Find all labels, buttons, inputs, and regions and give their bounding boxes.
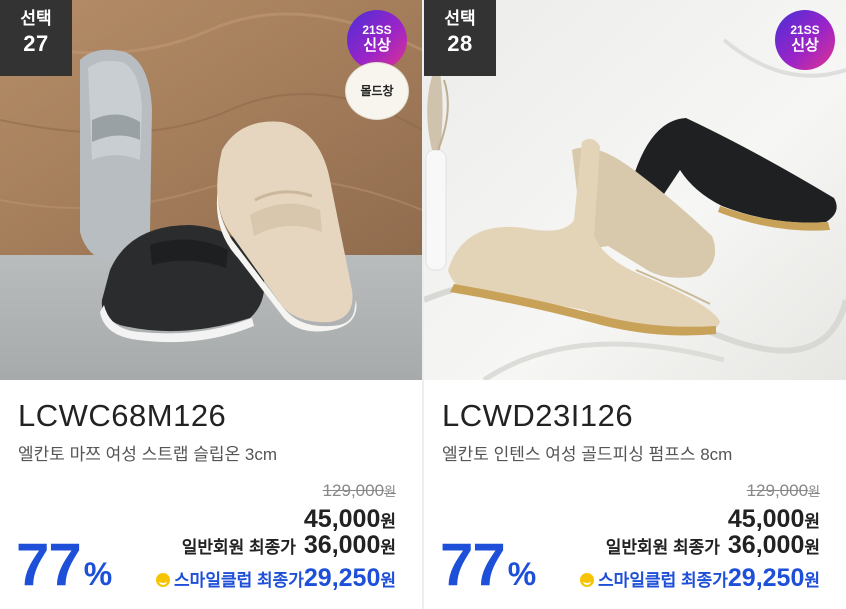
product-code[interactable]: LCWC68M126 (18, 398, 226, 434)
smile-price-label: 스마일클럽 최종가 (598, 571, 728, 590)
smile-club-final-price: 스마일클럽 최종가29,250원 (580, 564, 820, 593)
product-grid: 선택 27 21SS 신상 몰드창 LCWC68M126 엘칸토 마쯔 여성 스… (0, 0, 846, 609)
currency-unit: 원 (808, 484, 820, 499)
discount-value: 77 (16, 531, 82, 598)
product-name[interactable]: 엘칸토 인텐스 여성 골드피싱 펌프스 8cm (442, 440, 732, 465)
smile-club-final-price: 스마일클럽 최종가29,250원 (156, 564, 396, 593)
member-price-value: 36,000 (303, 531, 381, 559)
currency-unit: 원 (804, 571, 820, 590)
select-number: 28 (447, 31, 473, 56)
original-price-value: 129,000 (322, 481, 385, 500)
product-name[interactable]: 엘칸토 마쯔 여성 스트랩 슬립온 3cm (18, 440, 277, 465)
smile-price-value: 29,250 (727, 564, 805, 592)
product-image[interactable]: 선택 28 21SS 신상 (424, 0, 846, 380)
discount-rate: 77% (440, 530, 536, 599)
new-badge-label: 신상 (791, 37, 819, 54)
sale-price: 45,000원 (728, 505, 820, 534)
member-price-label: 일반회원 최종가 (605, 538, 720, 557)
product-card[interactable]: 선택 28 21SS 신상 LCWD23I126 엘칸토 인텐스 여성 골드피싱… (424, 0, 846, 609)
new-badge-season: 21SS (790, 23, 820, 37)
smile-price-label: 스마일클럽 최종가 (174, 571, 304, 590)
product-info: LCWC68M126 엘칸토 마쯔 여성 스트랩 슬립온 3cm 129,000… (0, 380, 422, 609)
product-card[interactable]: 선택 27 21SS 신상 몰드창 LCWC68M126 엘칸토 마쯔 여성 스… (0, 0, 422, 609)
original-price: 129,000원 (323, 481, 396, 501)
member-price-label: 일반회원 최종가 (181, 538, 296, 557)
member-final-price: 일반회원 최종가 36,000원 (182, 531, 396, 560)
new-season-badge: 21SS 신상 (775, 10, 835, 70)
sale-price-value: 45,000 (303, 505, 381, 533)
currency-unit: 원 (804, 538, 820, 557)
discount-unit: % (507, 556, 537, 592)
new-badge-label: 신상 (363, 37, 391, 54)
select-number: 27 (23, 31, 49, 56)
currency-unit: 원 (380, 538, 396, 557)
select-number-badge: 선택 27 (0, 0, 72, 76)
smile-icon (156, 573, 171, 587)
product-image[interactable]: 선택 27 21SS 신상 몰드창 (0, 0, 422, 380)
sale-price: 45,000원 (304, 505, 396, 534)
discount-value: 77 (440, 531, 506, 598)
currency-unit: 원 (804, 512, 820, 531)
select-number-badge: 선택 28 (424, 0, 496, 76)
smile-icon (580, 573, 595, 587)
select-label: 선택 (444, 9, 476, 28)
discount-rate: 77% (16, 530, 112, 599)
currency-unit: 원 (380, 571, 396, 590)
member-final-price: 일반회원 최종가 36,000원 (606, 531, 820, 560)
currency-unit: 원 (380, 512, 396, 531)
sale-price-value: 45,000 (727, 505, 805, 533)
original-price: 129,000원 (747, 481, 820, 501)
new-season-badge: 21SS 신상 (347, 10, 407, 70)
new-badge-season: 21SS (362, 23, 392, 37)
original-price-value: 129,000 (746, 481, 809, 500)
currency-unit: 원 (384, 484, 396, 499)
smile-price-value: 29,250 (303, 564, 381, 592)
product-code[interactable]: LCWD23I126 (442, 398, 633, 434)
select-label: 선택 (20, 9, 52, 28)
discount-unit: % (83, 556, 113, 592)
member-price-value: 36,000 (727, 531, 805, 559)
mold-insole-badge: 몰드창 (345, 62, 409, 120)
product-info: LCWD23I126 엘칸토 인텐스 여성 골드피싱 펌프스 8cm 129,0… (424, 380, 846, 609)
